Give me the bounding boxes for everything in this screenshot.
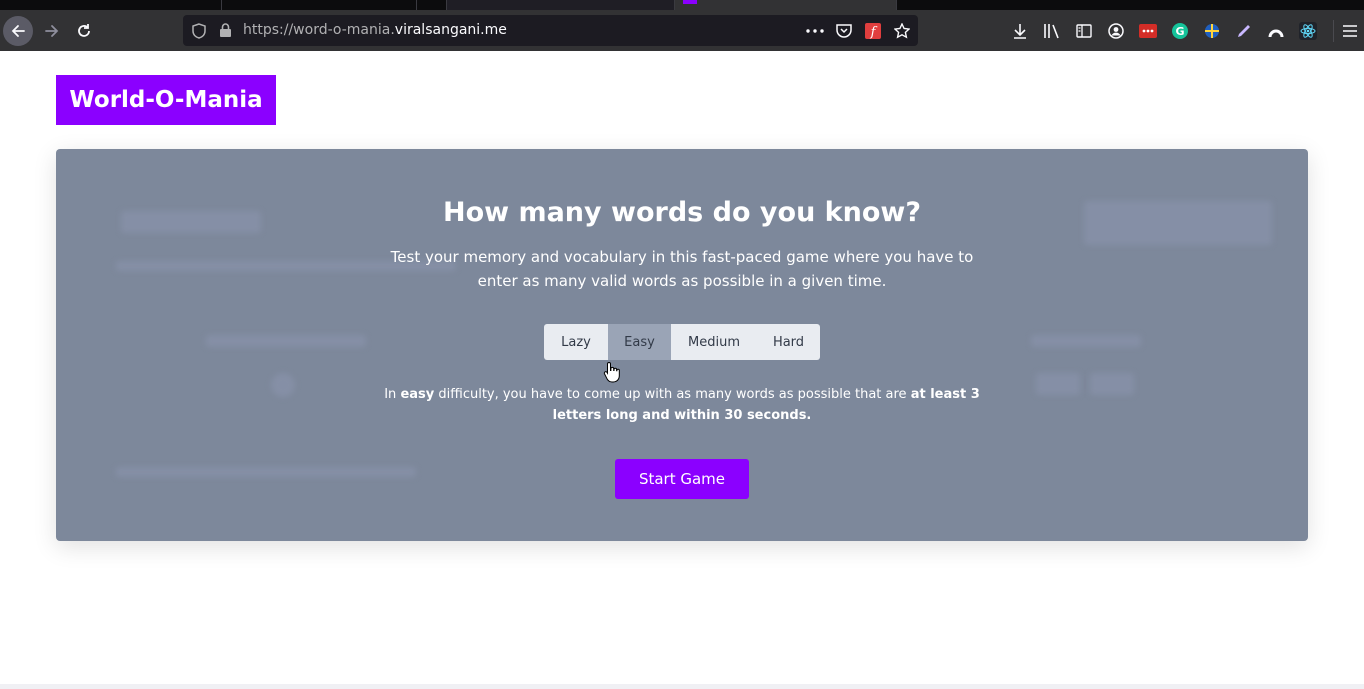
site-logo[interactable]: World-O-Mania <box>56 75 276 125</box>
back-icon <box>11 25 25 37</box>
browser-tab[interactable] <box>417 0 447 10</box>
forward-button[interactable] <box>37 16 67 46</box>
page-title: How many words do you know? <box>442 197 922 228</box>
sidebar-icon[interactable] <box>1068 20 1100 42</box>
blurred-background-content <box>206 335 366 347</box>
game-description: Test your memory and vocabulary in this … <box>390 248 974 290</box>
url-prefix: https://word-o-mania. <box>243 22 395 38</box>
browser-tab[interactable] <box>447 0 675 10</box>
svg-text:G: G <box>1175 25 1184 38</box>
library-icon[interactable] <box>1036 20 1068 42</box>
difficulty-selector: Lazy Easy Medium Hard <box>544 324 820 360</box>
blurred-background-content <box>1031 335 1141 347</box>
browser-tab-active[interactable] <box>675 0 897 10</box>
star-icon[interactable] <box>889 18 914 43</box>
difficulty-hard-button[interactable]: Hard <box>757 324 820 360</box>
blurred-background-content <box>271 373 295 397</box>
pocket-icon[interactable] <box>831 18 856 43</box>
url-actions: f <box>802 18 914 43</box>
menu-button[interactable] <box>1333 20 1359 42</box>
url-domain: viralsangani.me <box>394 22 507 38</box>
extension-icon[interactable]: f <box>860 18 885 43</box>
difficulty-lazy-button[interactable]: Lazy <box>544 324 608 360</box>
forward-icon <box>45 25 59 37</box>
lock-icon[interactable] <box>219 23 232 38</box>
url-text[interactable]: https://word-o-mania.viralsangani.me <box>243 22 507 38</box>
rule-part-1: In <box>384 387 401 402</box>
blurred-background-content <box>1036 373 1080 395</box>
pen-icon[interactable] <box>1228 20 1260 42</box>
browser-toolbar: https://word-o-mania.viralsangani.me f G <box>0 10 1364 51</box>
rule-part-2: difficulty, you have to come up with as … <box>434 387 911 402</box>
account-icon[interactable] <box>1100 20 1132 42</box>
shield-icon[interactable] <box>192 23 206 39</box>
difficulty-medium-button[interactable]: Medium <box>671 324 757 360</box>
lastpass-icon[interactable] <box>1132 20 1164 42</box>
difficulty-rule-text: In easy difficulty, you have to come up … <box>376 384 988 426</box>
tab-strip <box>0 0 1364 10</box>
more-icon[interactable] <box>802 18 827 43</box>
menu-icon <box>1342 25 1357 37</box>
browser-tab[interactable] <box>222 0 417 10</box>
browser-tab[interactable] <box>0 0 222 10</box>
game-panel: How many words do you know? Test your me… <box>56 149 1308 541</box>
tab-favicon <box>683 0 697 4</box>
flag-icon[interactable] <box>1196 20 1228 42</box>
reload-icon <box>78 24 90 37</box>
profile-icon[interactable] <box>1260 20 1292 42</box>
extensions-toolbar: G <box>1004 20 1324 42</box>
difficulty-easy-button[interactable]: Easy <box>608 324 671 360</box>
rule-level: easy <box>400 387 435 402</box>
hand-cursor-icon <box>603 361 620 383</box>
reload-button[interactable] <box>69 16 99 46</box>
page-bottom-edge <box>0 684 1364 689</box>
page-content: World-O-Mania How many words do you know… <box>0 51 1364 689</box>
blurred-background-content <box>116 467 416 477</box>
back-button[interactable] <box>3 16 33 46</box>
blurred-background-content <box>1090 373 1134 395</box>
download-icon[interactable] <box>1004 20 1036 42</box>
grammarly-icon[interactable]: G <box>1164 20 1196 42</box>
start-game-button[interactable]: Start Game <box>615 459 749 499</box>
address-bar[interactable]: https://word-o-mania.viralsangani.me f <box>183 15 918 46</box>
react-icon[interactable] <box>1292 20 1324 42</box>
